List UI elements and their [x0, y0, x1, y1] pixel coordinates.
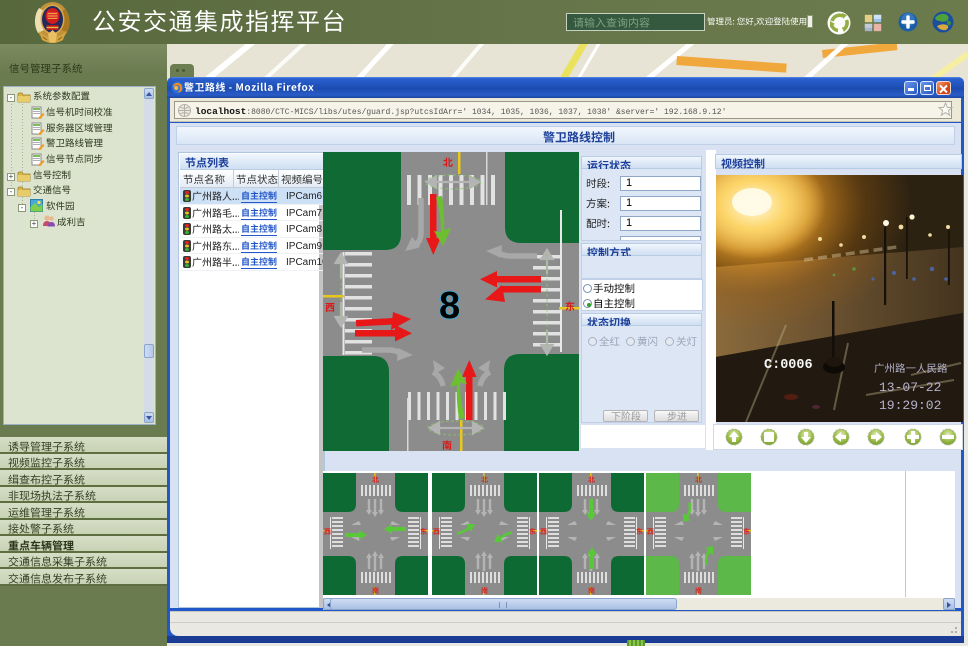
svg-text:13-07-22: 13-07-22 [879, 380, 941, 395]
svg-text:C:0006: C:0006 [764, 358, 813, 373]
svg-text:19:29:02: 19:29:02 [879, 398, 941, 413]
svg-text:8: 8 [439, 285, 460, 327]
